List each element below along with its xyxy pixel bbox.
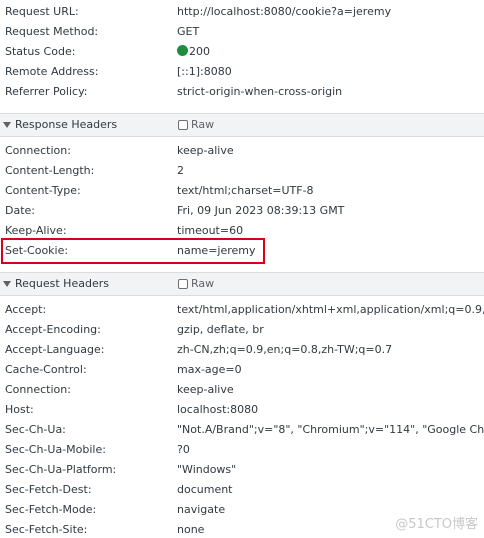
request-headers-toggle[interactable]: Request Headers Raw	[0, 272, 484, 296]
header-key: Connection:	[5, 144, 71, 157]
raw-toggle[interactable]: Raw	[178, 114, 214, 136]
header-key: Accept-Encoding:	[5, 323, 101, 336]
request-header-row: Sec-Ch-Ua: "Not.A/Brand";v="8", "Chromiu…	[0, 420, 484, 440]
request-header-row: Host: localhost:8080	[0, 400, 484, 420]
status-code-value[interactable]: 200	[177, 42, 210, 62]
header-key: Referrer Policy:	[5, 85, 88, 98]
general-row-status-code: Status Code: 200	[0, 42, 484, 62]
request-header-row: Sec-Fetch-Dest: document	[0, 480, 484, 500]
header-value[interactable]: "Windows"	[177, 460, 236, 480]
header-value[interactable]: GET	[177, 22, 199, 42]
header-key: Date:	[5, 204, 35, 217]
header-key: Status Code:	[5, 45, 76, 58]
header-key: Accept:	[5, 303, 47, 316]
request-header-row: Connection: keep-alive	[0, 380, 484, 400]
header-value[interactable]: [::1]:8080	[177, 62, 232, 82]
header-value[interactable]: strict-origin-when-cross-origin	[177, 82, 342, 102]
raw-checkbox[interactable]	[178, 120, 188, 130]
header-key: Host:	[5, 403, 34, 416]
header-key: Request Method:	[5, 25, 99, 38]
request-header-row: Cache-Control: max-age=0	[0, 360, 484, 380]
header-key: Request URL:	[5, 5, 79, 18]
header-value[interactable]: max-age=0	[177, 360, 242, 380]
header-value[interactable]: none	[177, 520, 204, 538]
header-value[interactable]: 2	[177, 161, 184, 181]
set-cookie-highlight	[1, 238, 265, 264]
header-value[interactable]: keep-alive	[177, 380, 234, 400]
header-key: Content-Type:	[5, 184, 81, 197]
general-row-request-url: Request URL: http://localhost:8080/cooki…	[0, 2, 484, 22]
request-header-row: Accept-Language: zh-CN,zh;q=0.9,en;q=0.8…	[0, 340, 484, 360]
header-key: Accept-Language:	[5, 343, 105, 356]
header-key: Remote Address:	[5, 65, 99, 78]
section-title: Response Headers	[15, 118, 118, 131]
header-key: Cache-Control:	[5, 363, 87, 376]
header-value[interactable]: navigate	[177, 500, 225, 520]
request-header-row: Sec-Ch-Ua-Platform: "Windows"	[0, 460, 484, 480]
header-key: Sec-Ch-Ua-Platform:	[5, 463, 117, 476]
raw-label: Raw	[191, 277, 215, 290]
status-ok-icon	[177, 45, 188, 56]
response-header-row: Content-Length: 2	[0, 161, 484, 181]
section-title: Request Headers	[15, 277, 109, 290]
response-header-row: Date: Fri, 09 Jun 2023 08:39:13 GMT	[0, 201, 484, 221]
header-value[interactable]: text/html;charset=UTF-8	[177, 181, 314, 201]
general-row-referrer-policy: Referrer Policy: strict-origin-when-cros…	[0, 82, 484, 102]
header-value[interactable]: keep-alive	[177, 141, 234, 161]
general-row-request-method: Request Method: GET	[0, 22, 484, 42]
header-key: Sec-Ch-Ua:	[5, 423, 66, 436]
header-key: Connection:	[5, 383, 71, 396]
header-value[interactable]: zh-CN,zh;q=0.9,en;q=0.8,zh-TW;q=0.7	[177, 340, 392, 360]
header-key: Sec-Fetch-Site:	[5, 523, 88, 536]
raw-label: Raw	[191, 118, 215, 131]
header-key: Content-Length:	[5, 164, 95, 177]
header-value[interactable]: http://localhost:8080/cookie?a=jeremy	[177, 2, 391, 22]
header-key: Sec-Ch-Ua-Mobile:	[5, 443, 106, 456]
status-code-text: 200	[189, 45, 210, 58]
response-header-row: Content-Type: text/html;charset=UTF-8	[0, 181, 484, 201]
header-value[interactable]: document	[177, 480, 233, 500]
header-key: Sec-Fetch-Mode:	[5, 503, 97, 516]
request-header-row: Accept: text/html,application/xhtml+xml,…	[0, 300, 484, 320]
header-key: Sec-Fetch-Dest:	[5, 483, 92, 496]
header-value[interactable]: text/html,application/xhtml+xml,applicat…	[177, 300, 484, 320]
general-row-remote-address: Remote Address: [::1]:8080	[0, 62, 484, 82]
raw-toggle[interactable]: Raw	[178, 273, 214, 295]
response-headers-toggle[interactable]: Response Headers Raw	[0, 113, 484, 137]
expand-triangle-icon	[3, 122, 11, 128]
request-headers-list: Accept: text/html,application/xhtml+xml,…	[0, 300, 484, 538]
header-value[interactable]: Fri, 09 Jun 2023 08:39:13 GMT	[177, 201, 344, 221]
general-section: Request URL: http://localhost:8080/cooki…	[0, 2, 484, 102]
raw-checkbox[interactable]	[178, 279, 188, 289]
header-value[interactable]: localhost:8080	[177, 400, 258, 420]
request-header-row: Sec-Ch-Ua-Mobile: ?0	[0, 440, 484, 460]
expand-triangle-icon	[3, 281, 11, 287]
header-value[interactable]: "Not.A/Brand";v="8", "Chromium";v="114",…	[177, 420, 484, 440]
request-header-row: Accept-Encoding: gzip, deflate, br	[0, 320, 484, 340]
response-header-row: Connection: keep-alive	[0, 141, 484, 161]
watermark: @51CTO博客	[395, 517, 478, 532]
header-value[interactable]: ?0	[177, 440, 190, 460]
header-value[interactable]: gzip, deflate, br	[177, 320, 264, 340]
headers-panel: Request URL: http://localhost:8080/cooki…	[0, 0, 484, 538]
